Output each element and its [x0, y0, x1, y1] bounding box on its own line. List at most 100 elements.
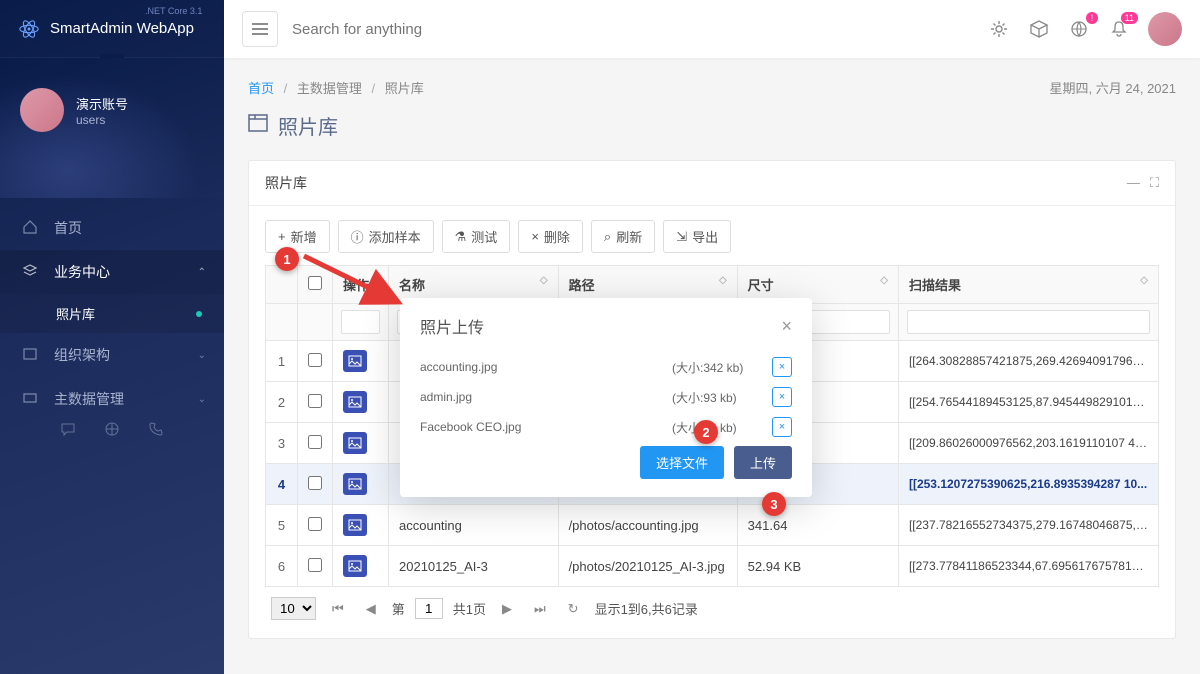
- col-scan[interactable]: 扫描结果◇: [898, 266, 1158, 304]
- pager-last-icon[interactable]: ⏭: [528, 599, 552, 619]
- remove-file-icon[interactable]: ×: [772, 387, 792, 407]
- brand-logo-icon: [18, 18, 40, 40]
- col-label: 扫描结果: [909, 278, 961, 293]
- callout-3: 3: [762, 492, 786, 516]
- sidebar-item-home[interactable]: 首页: [0, 206, 224, 250]
- cell-rownum: 6: [266, 546, 298, 587]
- sidebar-item-label: 业务中心: [54, 262, 110, 282]
- pager-refresh-icon[interactable]: ↻: [562, 599, 585, 619]
- panel-fullscreen-icon[interactable]: ⛶: [1150, 175, 1159, 191]
- image-icon[interactable]: [343, 350, 367, 372]
- sidebar-footer: [0, 407, 224, 454]
- image-icon[interactable]: [343, 391, 367, 413]
- globe-alert-icon[interactable]: !: [1068, 18, 1090, 40]
- cell-path: /photos/accounting.jpg: [558, 505, 737, 546]
- cell-checkbox: [298, 423, 333, 464]
- globe-icon[interactable]: [104, 421, 120, 440]
- bell-icon[interactable]: 11: [1108, 18, 1130, 40]
- avatar-icon: [20, 88, 64, 132]
- header-date: 星期四, 六月 24, 2021: [1050, 78, 1176, 97]
- breadcrumb-home[interactable]: 首页: [248, 81, 274, 96]
- cell-rownum: 2: [266, 382, 298, 423]
- file-row: admin.jpg(大小:93 kb)×: [420, 382, 792, 412]
- file-name: Facebook CEO.jpg: [420, 420, 672, 434]
- cell-scan: [[264.30828857421875,269.426940917968...: [898, 341, 1158, 382]
- org-icon: [22, 346, 40, 365]
- filter-scan[interactable]: [907, 310, 1150, 334]
- callout-1: 1: [275, 247, 299, 271]
- cell-scan: [[237.78216552734375,279.16748046875,-..…: [898, 505, 1158, 546]
- pager-info: 显示1到6,共6记录: [595, 599, 698, 618]
- home-icon: [22, 219, 40, 238]
- cell-op: [333, 546, 389, 587]
- phone-icon[interactable]: [148, 421, 164, 440]
- menu-toggle-button[interactable]: [242, 11, 278, 47]
- image-icon[interactable]: [343, 555, 367, 577]
- panel-controls: — ⛶: [1127, 175, 1159, 191]
- refresh-button[interactable]: ⌕刷新: [591, 220, 655, 253]
- btn-label: 新增: [291, 227, 317, 246]
- sidebar-item-org[interactable]: 组织架构 ⌄: [0, 333, 224, 377]
- image-icon[interactable]: [343, 432, 367, 454]
- chat-icon[interactable]: [60, 421, 76, 440]
- search-input[interactable]: [292, 21, 592, 38]
- btn-label: 导出: [692, 227, 718, 246]
- cell-name: accounting: [389, 505, 559, 546]
- row-checkbox[interactable]: [308, 517, 322, 531]
- panel-minimize-icon[interactable]: —: [1127, 175, 1140, 191]
- remove-file-icon[interactable]: ×: [772, 357, 792, 377]
- table-row[interactable]: 620210125_AI-3/photos/20210125_AI-3.jpg5…: [266, 546, 1159, 587]
- sidebar-subitem-photos[interactable]: 照片库: [0, 294, 224, 333]
- sort-icon: ◇: [719, 275, 727, 286]
- test-button[interactable]: ⚗测试: [442, 220, 511, 253]
- add-button[interactable]: +新增: [265, 220, 330, 253]
- data-icon: [22, 390, 40, 409]
- close-icon[interactable]: ×: [781, 316, 792, 337]
- sidebar-nav: 首页 业务中心 ⌃ 照片库 组织架构 ⌄ 主数据管理 ⌄: [0, 198, 224, 421]
- chevron-up-icon: ⌃: [198, 267, 206, 278]
- breadcrumb: 首页 / 主数据管理 / 照片库 星期四, 六月 24, 2021: [248, 78, 1176, 97]
- row-checkbox[interactable]: [308, 476, 322, 490]
- cell-checkbox: [298, 382, 333, 423]
- delete-button[interactable]: ×删除: [518, 220, 583, 253]
- badge: !: [1086, 12, 1098, 24]
- upload-button[interactable]: 上传: [734, 446, 792, 479]
- pager-next-icon[interactable]: ▶: [496, 599, 518, 619]
- pager-page-input[interactable]: [415, 598, 443, 619]
- page-size-select[interactable]: 10: [271, 597, 316, 620]
- btn-label: 删除: [544, 227, 570, 246]
- pager-prev-icon[interactable]: ◀: [360, 599, 382, 619]
- sidebar-item-business[interactable]: 业务中心 ⌃: [0, 250, 224, 294]
- avatar-icon[interactable]: [1148, 12, 1182, 46]
- image-icon[interactable]: [343, 473, 367, 495]
- flask-icon: ⚗: [455, 229, 467, 245]
- modal-foot: 选择文件 上传: [400, 438, 812, 497]
- sort-icon: ◇: [540, 275, 548, 286]
- row-checkbox[interactable]: [308, 353, 322, 367]
- file-row: Facebook CEO.jpg(大小:16 kb)×: [420, 412, 792, 438]
- choose-file-button[interactable]: 选择文件: [640, 446, 724, 479]
- sidebar-item-label: 主数据管理: [54, 389, 124, 409]
- table-row[interactable]: 5accounting/photos/accounting.jpg341.64[…: [266, 505, 1159, 546]
- sidebar-user-info[interactable]: 演示账号 users: [20, 88, 128, 132]
- row-checkbox[interactable]: [308, 394, 322, 408]
- image-icon[interactable]: [343, 514, 367, 536]
- row-checkbox[interactable]: [308, 435, 322, 449]
- row-checkbox[interactable]: [308, 558, 322, 572]
- header: ! 11: [224, 0, 1200, 58]
- export-button[interactable]: ⇲导出: [663, 220, 731, 253]
- chevron-down-icon: ⌄: [198, 350, 206, 361]
- cell-name: 20210125_AI-3: [389, 546, 559, 587]
- filter-op[interactable]: [341, 310, 380, 334]
- layers-icon: [22, 263, 40, 282]
- cube-icon[interactable]: [1028, 18, 1050, 40]
- pager-first-icon[interactable]: ⏮: [326, 599, 350, 619]
- settings-icon[interactable]: [988, 18, 1010, 40]
- remove-file-icon[interactable]: ×: [772, 417, 792, 437]
- cell-rownum: 5: [266, 505, 298, 546]
- cell-op: [333, 464, 389, 505]
- btn-label: 测试: [471, 227, 497, 246]
- add-sample-button[interactable]: ⓘ添加样本: [338, 220, 434, 253]
- pager: 10 ⏮ ◀ 第 共1页 ▶ ⏭ ↻ 显示1到6,共6记录: [265, 587, 1159, 624]
- upload-modal: 照片上传 × accounting.jpg(大小:342 kb)×admin.j…: [400, 298, 812, 497]
